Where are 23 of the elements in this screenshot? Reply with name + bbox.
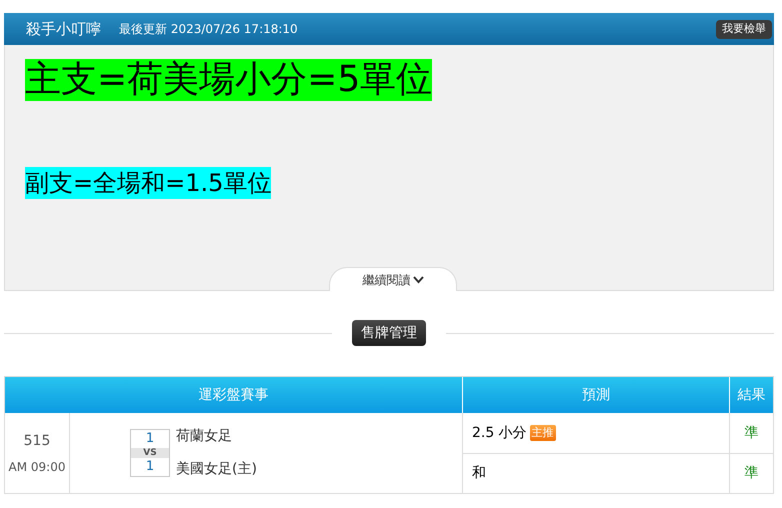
article-text: 副支=全場和=1.5單位 (25, 167, 272, 199)
result-text: 準 (744, 464, 758, 483)
team-score: 1 (146, 430, 154, 448)
main-pick-tag: 主推 (530, 424, 556, 442)
team-score: 1 (146, 458, 154, 476)
report-button[interactable]: 我要檢舉 (716, 20, 772, 38)
result-text: 準 (744, 424, 758, 442)
read-more-tab[interactable]: 繼續閱讀 (329, 267, 457, 291)
prediction-pick: 和 (472, 464, 486, 483)
column-header: 運彩盤賽事 (5, 377, 463, 413)
game-number: 515 (24, 432, 50, 450)
ticket-management-button[interactable]: 售牌管理 (352, 320, 426, 346)
prediction-pick: 2.5 小分 (472, 424, 527, 442)
chevron-down-icon (412, 276, 424, 284)
last-updated: 最後更新 2023/07/26 17:18:10 (119, 21, 298, 38)
game-time: AM 09:00 (8, 458, 66, 476)
team-name: 美國女足(主) (176, 460, 257, 479)
column-header: 結果 (730, 377, 773, 413)
vs-label: VS (131, 448, 169, 458)
article-text: 主支=荷美場小分=5單位 (25, 59, 432, 101)
team-name: 荷蘭女足 (176, 427, 233, 446)
header-title: 殺手小叮嚀 (26, 18, 101, 40)
column-header: 預測 (463, 377, 730, 413)
